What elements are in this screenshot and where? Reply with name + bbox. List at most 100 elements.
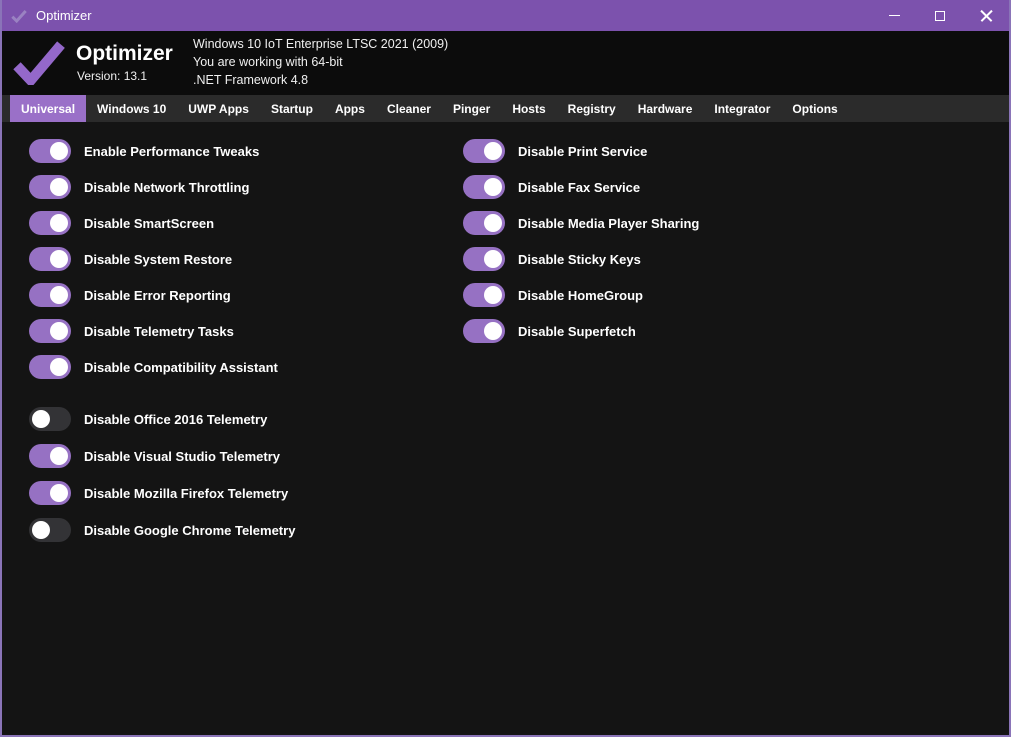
toggle-column-right: Disable Print Service Disable Fax Servic… bbox=[463, 139, 699, 355]
toggle-label: Disable Sticky Keys bbox=[518, 252, 641, 267]
minimize-icon bbox=[889, 15, 900, 16]
toggle-label: Disable SmartScreen bbox=[84, 216, 214, 231]
tab-windows-10[interactable]: Windows 10 bbox=[86, 95, 177, 122]
toggle-label: Disable Google Chrome Telemetry bbox=[84, 523, 295, 538]
toggle-disable-print-service[interactable] bbox=[463, 139, 505, 163]
toggle-knob bbox=[484, 286, 502, 304]
check-logo-icon bbox=[12, 41, 66, 90]
toggle-disable-telemetry-tasks[interactable] bbox=[29, 319, 71, 343]
toggle-row: Disable Error Reporting bbox=[29, 283, 295, 307]
toggle-row: Disable Fax Service bbox=[463, 175, 699, 199]
window-controls bbox=[871, 0, 1009, 31]
telemetry-app-group: Disable Office 2016 Telemetry Disable Vi… bbox=[29, 407, 295, 542]
toggle-row: Disable Google Chrome Telemetry bbox=[29, 518, 295, 542]
toggle-disable-compatibility-assistant[interactable] bbox=[29, 355, 71, 379]
app-header: Optimizer Version: 13.1 Windows 10 IoT E… bbox=[2, 31, 1009, 95]
toggle-label: Disable Fax Service bbox=[518, 180, 640, 195]
tab-cleaner[interactable]: Cleaner bbox=[376, 95, 442, 122]
toggle-disable-media-player-sharing[interactable] bbox=[463, 211, 505, 235]
universal-tab-content: Enable Performance Tweaks Disable Networ… bbox=[2, 122, 1009, 735]
toggle-row: Disable Print Service bbox=[463, 139, 699, 163]
app-window: Optimizer Optimizer Version: 13.1 bbox=[0, 0, 1011, 737]
toggle-row: Disable SmartScreen bbox=[29, 211, 295, 235]
toggle-disable-fax-service[interactable] bbox=[463, 175, 505, 199]
toggle-row: Disable HomeGroup bbox=[463, 283, 699, 307]
toggle-row: Disable Office 2016 Telemetry bbox=[29, 407, 295, 431]
toggle-row: Disable Sticky Keys bbox=[463, 247, 699, 271]
toggle-knob bbox=[484, 250, 502, 268]
toggle-disable-system-restore[interactable] bbox=[29, 247, 71, 271]
toggle-disable-google-chrome-telemetry[interactable] bbox=[29, 518, 71, 542]
tab-startup[interactable]: Startup bbox=[260, 95, 324, 122]
toggle-disable-network-throttling[interactable] bbox=[29, 175, 71, 199]
minimize-button[interactable] bbox=[871, 0, 917, 31]
toggle-label: Disable Office 2016 Telemetry bbox=[84, 412, 267, 427]
tab-hosts[interactable]: Hosts bbox=[501, 95, 556, 122]
window-title: Optimizer bbox=[36, 8, 92, 23]
close-icon bbox=[980, 9, 993, 22]
toggle-row: Disable Telemetry Tasks bbox=[29, 319, 295, 343]
tab-registry[interactable]: Registry bbox=[557, 95, 627, 122]
close-button[interactable] bbox=[963, 0, 1009, 31]
system-info-line: .NET Framework 4.8 bbox=[193, 71, 448, 89]
toggle-disable-homegroup[interactable] bbox=[463, 283, 505, 307]
toggle-row: Disable Mozilla Firefox Telemetry bbox=[29, 481, 295, 505]
toggle-column-left: Enable Performance Tweaks Disable Networ… bbox=[29, 139, 295, 555]
maximize-button[interactable] bbox=[917, 0, 963, 31]
toggle-row: Disable Visual Studio Telemetry bbox=[29, 444, 295, 468]
toggle-row: Disable System Restore bbox=[29, 247, 295, 271]
toggle-disable-office-2016-telemetry[interactable] bbox=[29, 407, 71, 431]
toggle-disable-superfetch[interactable] bbox=[463, 319, 505, 343]
system-info-line: Windows 10 IoT Enterprise LTSC 2021 (200… bbox=[193, 35, 448, 53]
toggle-knob bbox=[50, 286, 68, 304]
toggle-disable-sticky-keys[interactable] bbox=[463, 247, 505, 271]
toggle-disable-error-reporting[interactable] bbox=[29, 283, 71, 307]
toggle-label: Disable Mozilla Firefox Telemetry bbox=[84, 486, 288, 501]
toggle-label: Disable Superfetch bbox=[518, 324, 636, 339]
toggle-knob bbox=[50, 484, 68, 502]
title-bar: Optimizer bbox=[2, 0, 1009, 31]
toggle-knob bbox=[50, 214, 68, 232]
toggle-row: Disable Media Player Sharing bbox=[463, 211, 699, 235]
tab-options[interactable]: Options bbox=[781, 95, 848, 122]
tab-apps[interactable]: Apps bbox=[324, 95, 376, 122]
toggle-row: Disable Compatibility Assistant bbox=[29, 355, 295, 379]
toggle-row: Disable Network Throttling bbox=[29, 175, 295, 199]
toggle-knob bbox=[32, 410, 50, 428]
toggle-label: Disable Telemetry Tasks bbox=[84, 324, 234, 339]
toggle-disable-mozilla-firefox-telemetry[interactable] bbox=[29, 481, 71, 505]
tab-bar: Universal Windows 10 UWP Apps Startup Ap… bbox=[2, 95, 1009, 122]
tab-hardware[interactable]: Hardware bbox=[627, 95, 704, 122]
toggle-knob bbox=[50, 322, 68, 340]
tab-integrator[interactable]: Integrator bbox=[703, 95, 781, 122]
toggle-label: Disable System Restore bbox=[84, 252, 232, 267]
toggle-knob bbox=[484, 142, 502, 160]
toggle-enable-performance-tweaks[interactable] bbox=[29, 139, 71, 163]
toggle-label: Disable Compatibility Assistant bbox=[84, 360, 278, 375]
tab-uwp-apps[interactable]: UWP Apps bbox=[177, 95, 260, 122]
toggle-label: Disable Visual Studio Telemetry bbox=[84, 449, 280, 464]
toggle-label: Disable Media Player Sharing bbox=[518, 216, 699, 231]
app-check-icon bbox=[11, 9, 27, 23]
toggle-knob bbox=[50, 447, 68, 465]
toggle-knob bbox=[50, 142, 68, 160]
toggle-knob bbox=[32, 521, 50, 539]
toggle-label: Disable Error Reporting bbox=[84, 288, 231, 303]
toggle-disable-smartscreen[interactable] bbox=[29, 211, 71, 235]
system-info: Windows 10 IoT Enterprise LTSC 2021 (200… bbox=[193, 35, 448, 89]
toggle-knob bbox=[50, 250, 68, 268]
tab-universal[interactable]: Universal bbox=[10, 95, 86, 122]
toggle-knob bbox=[484, 322, 502, 340]
tab-pinger[interactable]: Pinger bbox=[442, 95, 501, 122]
toggle-knob bbox=[484, 214, 502, 232]
toggle-row: Disable Superfetch bbox=[463, 319, 699, 343]
system-info-line: You are working with 64-bit bbox=[193, 53, 448, 71]
toggle-knob bbox=[50, 358, 68, 376]
toggle-knob bbox=[50, 178, 68, 196]
app-name: Optimizer bbox=[76, 42, 173, 66]
maximize-icon bbox=[935, 11, 945, 21]
toggle-label: Disable Network Throttling bbox=[84, 180, 249, 195]
toggle-disable-visual-studio-telemetry[interactable] bbox=[29, 444, 71, 468]
toggle-label: Disable Print Service bbox=[518, 144, 647, 159]
toggle-label: Disable HomeGroup bbox=[518, 288, 643, 303]
